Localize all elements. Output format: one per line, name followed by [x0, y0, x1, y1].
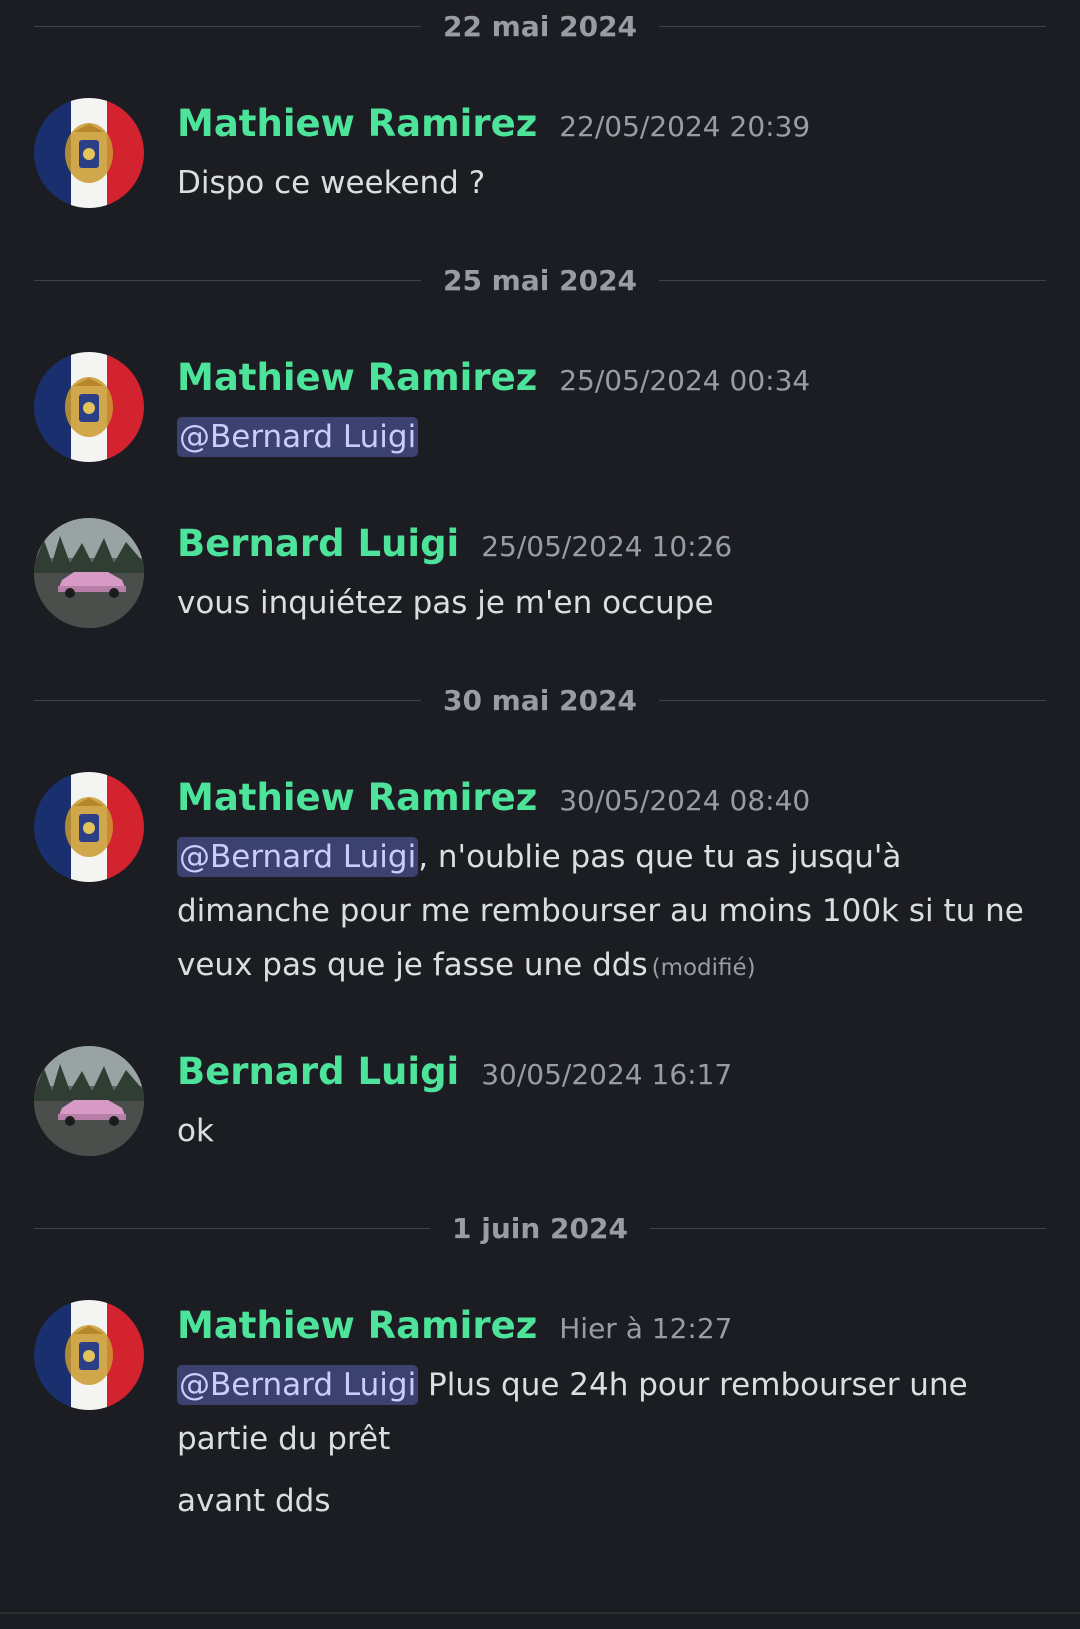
username[interactable]: Bernard Luigi — [177, 522, 459, 565]
france-flag-coat-of-arms-icon — [34, 98, 144, 208]
timestamp: 22/05/2024 20:39 — [559, 110, 811, 143]
message-body: vous inquiétez pas je m'en occupe — [177, 585, 714, 621]
message-content: Mathiew Ramirez 22/05/2024 20:39 Dispo c… — [177, 102, 1046, 210]
message-header: Mathiew Ramirez 30/05/2024 08:40 — [177, 776, 1046, 828]
message-text: @Bernard Luigi — [177, 410, 1046, 464]
divider-line — [34, 25, 421, 27]
pink-car-forest-icon — [34, 518, 144, 628]
message-content: Mathiew Ramirez Hier à 12:27 @Bernard Lu… — [177, 1304, 1046, 1528]
avatar[interactable] — [34, 1300, 144, 1410]
message-body-continued: avant dds — [177, 1483, 331, 1519]
message-text: @Bernard Luigi Plus que 24h pour rembour… — [177, 1358, 1046, 1528]
user-mention[interactable]: @Bernard Luigi — [177, 1365, 419, 1405]
avatar[interactable] — [34, 98, 144, 208]
message-text: ok — [177, 1104, 1046, 1158]
timestamp: 25/05/2024 10:26 — [481, 530, 733, 563]
avatar[interactable] — [34, 352, 144, 462]
avatar[interactable] — [34, 518, 144, 628]
divider-line — [34, 279, 421, 281]
avatar[interactable] — [34, 772, 144, 882]
divider-line — [659, 25, 1046, 27]
avatar[interactable] — [34, 1046, 144, 1156]
france-flag-coat-of-arms-icon — [34, 772, 144, 882]
message-body: Dispo ce weekend ? — [177, 165, 486, 201]
message-text: vous inquiétez pas je m'en occupe — [177, 576, 1046, 630]
divider-date: 1 juin 2024 — [452, 1211, 628, 1245]
message-content: Bernard Luigi 30/05/2024 16:17 ok — [177, 1050, 1046, 1158]
message-content: Bernard Luigi 25/05/2024 10:26 vous inqu… — [177, 522, 1046, 630]
timestamp: Hier à 12:27 — [559, 1312, 733, 1345]
message-text: Dispo ce weekend ? — [177, 156, 1046, 210]
message-header: Bernard Luigi 25/05/2024 10:26 — [177, 522, 1046, 574]
date-divider: 1 juin 2024 — [34, 1202, 1047, 1254]
date-divider: 25 mai 2024 — [34, 254, 1046, 306]
date-divider: 22 mai 2024 — [34, 0, 1046, 52]
divider-line — [650, 1227, 1047, 1229]
message-header: Mathiew Ramirez 25/05/2024 00:34 — [177, 356, 1046, 408]
bottom-divider — [0, 1612, 1080, 1614]
france-flag-coat-of-arms-icon — [34, 352, 144, 462]
message-header: Bernard Luigi 30/05/2024 16:17 — [177, 1050, 1046, 1102]
user-mention[interactable]: @Bernard Luigi — [177, 417, 419, 457]
username[interactable]: Mathiew Ramirez — [177, 102, 537, 145]
message-text: @Bernard Luigi, n'oublie pas que tu as j… — [177, 830, 1046, 995]
message-content: Mathiew Ramirez 25/05/2024 00:34 @Bernar… — [177, 356, 1046, 464]
username[interactable]: Bernard Luigi — [177, 1050, 459, 1093]
user-mention[interactable]: @Bernard Luigi — [177, 837, 419, 877]
divider-date: 25 mai 2024 — [442, 263, 638, 297]
message-content: Mathiew Ramirez 30/05/2024 08:40 @Bernar… — [177, 776, 1046, 995]
edited-label: (modifié) — [651, 955, 756, 981]
username[interactable]: Mathiew Ramirez — [177, 356, 537, 399]
message-header: Mathiew Ramirez 22/05/2024 20:39 — [177, 102, 1046, 154]
username[interactable]: Mathiew Ramirez — [177, 776, 537, 819]
date-divider: 30 mai 2024 — [34, 674, 1046, 726]
message-header: Mathiew Ramirez Hier à 12:27 — [177, 1304, 1046, 1356]
timestamp: 25/05/2024 00:34 — [559, 364, 811, 397]
divider-date: 22 mai 2024 — [442, 9, 638, 43]
divider-line — [659, 279, 1046, 281]
pink-car-forest-icon — [34, 1046, 144, 1156]
divider-line — [34, 699, 421, 701]
divider-date: 30 mai 2024 — [442, 683, 638, 717]
divider-line — [659, 699, 1046, 701]
message-body: ok — [177, 1113, 214, 1149]
timestamp: 30/05/2024 08:40 — [559, 784, 811, 817]
divider-line — [34, 1227, 431, 1229]
username[interactable]: Mathiew Ramirez — [177, 1304, 537, 1347]
france-flag-coat-of-arms-icon — [34, 1300, 144, 1410]
timestamp: 30/05/2024 16:17 — [481, 1058, 733, 1091]
